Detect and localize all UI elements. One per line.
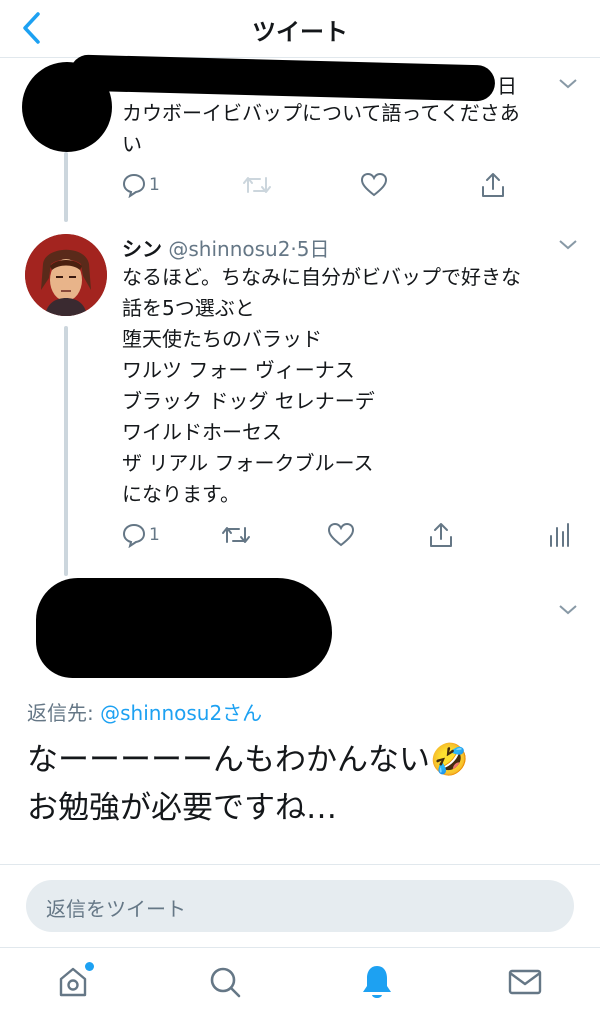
tab-home[interactable] <box>53 962 94 1002</box>
reply-composer[interactable]: 返信をツイート <box>26 880 574 932</box>
reply-to: 返信先: @shinnosu2さん <box>27 697 262 726</box>
tweet-text: なるほど。ちなみに自分がビバップで好きな 話を5つ選ぶと 堕天使たちのバラッド … <box>122 265 521 506</box>
reply-text-line-2: お勉強が必要ですね… <box>27 790 337 826</box>
author-handle[interactable]: @shinnosu2 <box>168 237 290 261</box>
share-button[interactable] <box>428 520 454 550</box>
share-button[interactable] <box>480 170 506 200</box>
heart-icon <box>360 172 388 197</box>
chevron-down-icon[interactable] <box>556 72 580 96</box>
tweet-date: 日 <box>497 74 517 98</box>
redacted-author <box>69 54 496 102</box>
like-button[interactable] <box>327 520 355 550</box>
thread-line <box>64 326 68 576</box>
tab-search[interactable] <box>205 962 245 1002</box>
reply-button[interactable]: 1 <box>121 170 160 200</box>
page-title: ツイート <box>252 18 348 46</box>
search-icon <box>210 967 241 998</box>
reply-icon <box>122 173 146 198</box>
thread-line <box>64 152 68 222</box>
divider <box>0 864 600 865</box>
retweet-button[interactable] <box>242 170 272 200</box>
retweet-icon <box>243 177 271 193</box>
share-icon <box>482 173 504 197</box>
analytics-icon <box>550 523 569 547</box>
reply-count: 1 <box>149 525 160 545</box>
like-button[interactable] <box>360 170 388 200</box>
reply-to-mention[interactable]: @shinnosu2さん <box>100 701 262 725</box>
top-bar: ツイート <box>0 0 600 58</box>
reply-to-label: 返信先: <box>27 701 101 725</box>
tweet-author: シン @shinnosu2·5日 <box>122 233 330 262</box>
share-icon <box>430 523 452 547</box>
reply-text-line-1: なーーーーーんもわかんない🤣 <box>27 742 469 778</box>
reply-icon <box>122 523 146 548</box>
tweet-text: カウボーイビバップについて語ってくださあ い <box>122 101 520 156</box>
messages-icon <box>508 969 542 995</box>
tab-messages[interactable] <box>505 962 545 1002</box>
avatar[interactable] <box>25 234 107 316</box>
chevron-down-icon[interactable] <box>556 598 580 622</box>
reply-button[interactable]: 1 <box>121 520 160 550</box>
notifications-icon <box>363 966 391 998</box>
chevron-down-icon[interactable] <box>556 233 580 257</box>
tab-bar <box>0 948 600 1024</box>
retweet-icon <box>222 527 250 543</box>
heart-icon <box>327 522 355 547</box>
author-name[interactable]: シン <box>122 237 162 261</box>
retweet-button[interactable] <box>221 520 251 550</box>
tweet-date: 5日 <box>296 237 330 261</box>
analytics-button[interactable] <box>548 520 570 550</box>
redacted-author <box>36 578 332 678</box>
tab-notifications[interactable] <box>357 962 397 1002</box>
notification-dot <box>85 962 94 971</box>
reply-placeholder: 返信をツイート <box>46 897 186 921</box>
avatar-image <box>25 234 107 316</box>
reply-count: 1 <box>149 175 160 195</box>
